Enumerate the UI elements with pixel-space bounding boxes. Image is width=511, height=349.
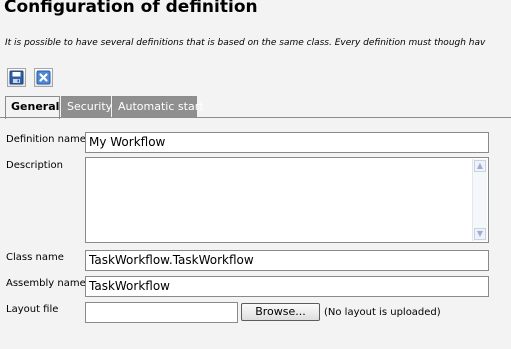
cancel-icon <box>36 70 51 85</box>
assembly-name-label: Assembly name <box>6 278 86 289</box>
layout-file-input[interactable] <box>85 302 238 323</box>
definition-name-label: Definition name <box>6 134 86 145</box>
layout-file-label: Layout file <box>6 304 59 315</box>
class-name-label: Class name <box>6 252 64 263</box>
intro-text: It is possible to have several definitio… <box>5 38 486 48</box>
tab-general[interactable]: General <box>5 96 60 119</box>
save-button[interactable] <box>7 68 26 87</box>
browse-button[interactable]: Browse... <box>241 303 320 321</box>
tab-security[interactable]: Security <box>61 96 112 117</box>
scroll-down-icon[interactable]: ▼ <box>474 228 486 240</box>
definition-name-input[interactable]: My Workflow <box>85 132 489 153</box>
layout-status-text: (No layout is uploaded) <box>324 307 441 318</box>
cancel-button[interactable] <box>34 68 53 87</box>
scroll-up-icon[interactable]: ▲ <box>474 160 486 172</box>
tab-divider <box>0 117 511 118</box>
description-textarea[interactable]: ▲ ▼ <box>85 157 489 243</box>
tab-automatic-start[interactable]: Automatic start <box>112 96 204 117</box>
description-scrollbar[interactable]: ▲ ▼ <box>472 159 487 241</box>
page-title: Configuration of definition <box>4 0 258 17</box>
description-label: Description <box>6 160 63 171</box>
save-icon <box>9 70 24 85</box>
assembly-name-input[interactable]: TaskWorkflow <box>85 276 489 297</box>
class-name-input[interactable]: TaskWorkflow.TaskWorkflow <box>85 250 489 271</box>
